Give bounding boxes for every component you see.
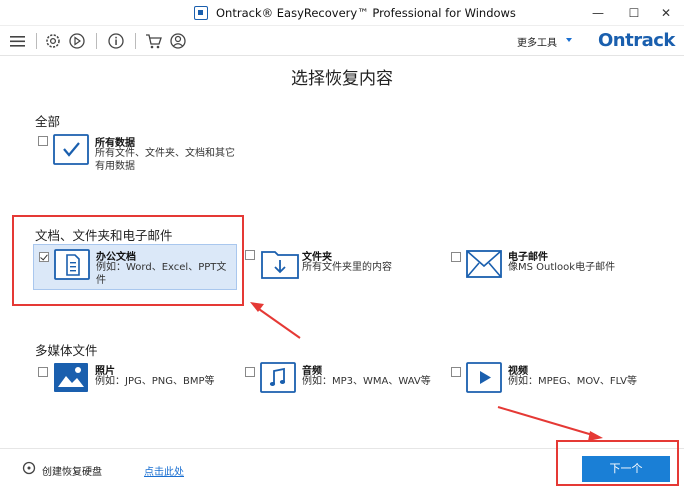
checkbox[interactable] — [38, 136, 48, 146]
annotation-highlight-box — [12, 215, 244, 306]
option-desc: 所有文件、文件夹、文档和其它有用数据 — [95, 148, 235, 172]
option-desc: 像MS Outlook电子邮件 — [508, 262, 616, 273]
checkbox[interactable] — [451, 367, 461, 377]
checkbox[interactable] — [451, 252, 461, 262]
option-all-data[interactable]: 所有数据 所有文件、文件夹、文档和其它有用数据 — [33, 134, 243, 180]
annotation-highlight-box — [556, 440, 679, 486]
menu-icon[interactable] — [8, 31, 28, 51]
music-note-icon — [260, 362, 296, 393]
checkbox[interactable] — [38, 367, 48, 377]
gear-icon[interactable] — [43, 31, 63, 51]
brand-logo: Ontrack — [598, 30, 675, 51]
folder-icon — [261, 251, 299, 279]
recovery-disk-icon — [22, 461, 36, 475]
option-desc: 例如：JPG、PNG、BMP等 — [95, 376, 215, 387]
checkmark-icon — [53, 134, 89, 165]
option-folders[interactable]: 文件夹 所有文件夹里的内容 — [240, 248, 440, 294]
click-here-link[interactable]: 点击此处 — [144, 463, 184, 478]
toolbar-separator — [36, 33, 37, 49]
chevron-down-icon[interactable] — [566, 38, 572, 42]
page-title: 选择恢复内容 — [291, 69, 393, 89]
option-email[interactable]: 电子邮件 像MS Outlook电子邮件 — [446, 248, 636, 294]
toolbar-separator — [135, 33, 136, 49]
option-audio[interactable]: 音频 例如：MP3、WMA、WAV等 — [240, 362, 445, 408]
app-logo-icon — [194, 6, 208, 20]
cart-icon[interactable] — [144, 31, 164, 51]
history-icon[interactable] — [67, 31, 87, 51]
section-label-all: 全部 — [35, 114, 61, 129]
option-video[interactable]: 视频 例如：MPEG、MOV、FLV等 — [446, 362, 656, 408]
account-icon[interactable] — [168, 31, 188, 51]
close-button[interactable]: ✕ — [648, 3, 684, 23]
option-photos[interactable]: 照片 例如：JPG、PNG、BMP等 — [33, 362, 233, 408]
email-icon — [466, 250, 502, 278]
video-play-icon — [466, 362, 502, 393]
more-tools-menu[interactable]: 更多工具 — [517, 34, 557, 49]
photo-icon — [54, 363, 88, 392]
checkbox[interactable] — [245, 367, 255, 377]
option-desc: 例如：MP3、WMA、WAV等 — [302, 376, 431, 387]
create-recovery-disk-label: 创建恢复硬盘 — [42, 467, 102, 478]
section-label-multimedia: 多媒体文件 — [35, 343, 98, 358]
maximize-button[interactable]: ☐ — [616, 3, 652, 23]
option-desc: 所有文件夹里的内容 — [302, 262, 392, 273]
window-title: Ontrack® EasyRecovery™ Professional for … — [216, 6, 516, 20]
info-icon[interactable] — [106, 31, 126, 51]
option-desc: 例如：MPEG、MOV、FLV等 — [508, 376, 637, 387]
checkbox[interactable] — [245, 250, 255, 260]
arrow-to-next-icon — [497, 406, 603, 441]
title-bar: Ontrack® EasyRecovery™ Professional for … — [0, 0, 684, 26]
arrow-to-documents-icon — [250, 302, 301, 339]
toolbar-separator — [96, 33, 97, 49]
toolbar: 更多工具 Ontrack — [0, 26, 684, 56]
minimize-button[interactable]: — — [580, 3, 616, 23]
